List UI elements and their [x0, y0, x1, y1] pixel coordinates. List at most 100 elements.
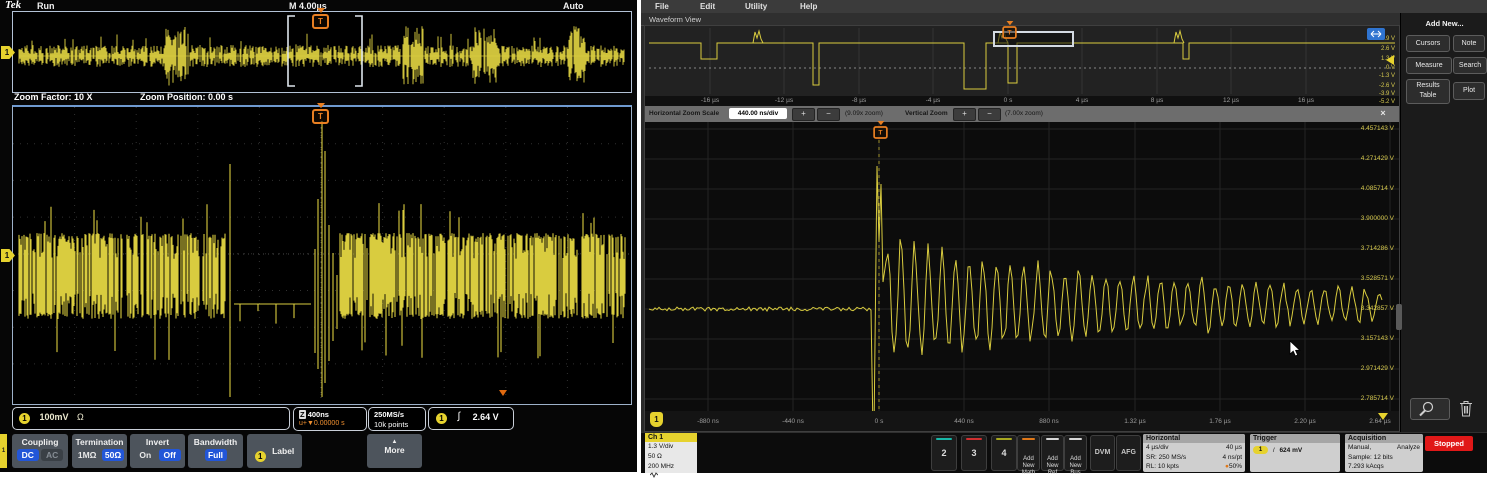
bandwidth-button[interactable]: Bandwidth Full	[188, 434, 243, 468]
zoom-trigger-position-marker[interactable]: T	[873, 126, 887, 139]
results-table-button[interactable]: Results Table	[1406, 79, 1450, 104]
zoom-waveform-window[interactable]: T	[12, 105, 632, 405]
label-button[interactable]: 1 Label	[247, 434, 302, 468]
zoom-volt-label: 2.785714 V	[1334, 395, 1394, 402]
trigger-settings-panel[interactable]: Trigger 1 / 624 mV	[1250, 434, 1340, 472]
horizontal-scale: 4 µs/div	[1146, 444, 1169, 451]
invert-button[interactable]: Invert On Off	[130, 434, 185, 468]
channel1-badge[interactable]: 1	[650, 412, 663, 427]
channel1-badge: 1	[19, 413, 30, 424]
measure-button[interactable]: Measure	[1406, 57, 1452, 74]
stopped-status-button[interactable]: Stopped	[1425, 436, 1473, 451]
sample-rate: SR: 250 MS/s	[1146, 454, 1186, 461]
menu-file[interactable]: File	[655, 2, 669, 11]
horizontal-settings-panel[interactable]: Horizontal 4 µs/div40 µs SR: 250 MS/s4 n…	[1143, 434, 1245, 472]
h-zoom-out-button[interactable]: −	[817, 108, 840, 121]
channel1-badge: 1	[255, 451, 266, 462]
v-zoom-in-button[interactable]: +	[953, 108, 976, 121]
zoom-waveform-view[interactable]: T 4.457143 V 4.271429 V 4.085714 V 3.900…	[645, 122, 1399, 411]
v-zoom-out-button[interactable]: −	[978, 108, 1001, 121]
trigger-level-readout: 2.64 V	[473, 412, 499, 422]
pan-zoom-icon[interactable]	[1367, 28, 1385, 40]
channel-offscreen-arrow-icon	[1378, 413, 1388, 425]
overview-waveform-window[interactable]: T	[12, 11, 632, 93]
channel1-menu-tab[interactable]: 1	[0, 434, 7, 468]
acquisition-settings-panel[interactable]: Acquisition Manual,Analyze Sample: 12 bi…	[1345, 434, 1423, 472]
mouse-cursor	[1289, 340, 1301, 358]
overview-time-label: -8 µs	[837, 97, 881, 104]
overview-time-label: 8 µs	[1135, 97, 1179, 104]
termination-50-option[interactable]: 50Ω	[102, 449, 124, 461]
coupling-ac-option[interactable]: AC	[41, 449, 63, 461]
trash-button[interactable]	[1457, 398, 1475, 418]
zoom-time-label: 0 s	[857, 418, 901, 425]
note-button[interactable]: Note	[1453, 35, 1485, 52]
termination-1m-option[interactable]: 1MΩ	[75, 449, 100, 461]
trigger-title: Trigger	[1250, 434, 1340, 443]
zoom-scale-readout: 400ns	[308, 410, 329, 419]
zoom-time-label: 880 ns	[1027, 418, 1071, 425]
close-zoom-icon[interactable]: ×	[1375, 107, 1391, 120]
add-math-label: Add New Math	[1018, 456, 1039, 477]
waveform-view-panel: T 3.9 V 2.6 V 1.3 V 0 V -1.3 V -2.6 V -3…	[644, 25, 1400, 432]
zoom-mode-button[interactable]	[1410, 398, 1450, 420]
bandwidth-icon	[650, 472, 658, 478]
trash-icon	[1459, 400, 1473, 417]
zoom-time-label: 1.32 µs	[1113, 418, 1157, 425]
search-button[interactable]: Search	[1453, 57, 1487, 74]
channel1-level-arrow-icon	[1381, 55, 1394, 65]
add-new-ref-button[interactable]: Add New Ref	[1041, 435, 1064, 471]
panel-resize-grip[interactable]	[1396, 304, 1402, 330]
zoom-toolbar: Horizontal Zoom Scale 440.00 ns/div + − …	[645, 106, 1399, 122]
add-new-math-button[interactable]: Add New Math	[1017, 435, 1040, 471]
h-zoom-in-button[interactable]: +	[792, 108, 815, 121]
channel1-settings-badge[interactable]: Ch 1 1.3 V/div 50 Ω 200 MHz	[645, 433, 697, 473]
zoom-z-icon: Z	[299, 410, 306, 419]
acquisition-count: 7.293 kAcqs	[1345, 462, 1423, 472]
cursors-button[interactable]: Cursors	[1406, 35, 1450, 52]
termination-button[interactable]: Termination 1MΩ 50Ω	[72, 434, 127, 468]
label-button-text: Label	[272, 446, 294, 456]
channel1-readout: 1 100mV Ω	[12, 407, 290, 430]
coupling-dc-option[interactable]: DC	[17, 449, 39, 461]
channel4-button[interactable]: 4	[991, 435, 1017, 471]
record-length-readout: 10k points	[369, 419, 425, 429]
horizontal-zoom-scale-value[interactable]: 440.00 ns/div	[729, 108, 787, 119]
acquisition-status: Run	[37, 1, 55, 11]
zoom-volt-label: 2.971429 V	[1334, 365, 1394, 372]
menu-utility[interactable]: Utility	[745, 2, 767, 11]
waveform-view-label: Waveform View	[649, 15, 701, 24]
invert-label: Invert	[130, 437, 185, 447]
trigger-position-marker[interactable]: T	[1002, 26, 1016, 39]
zoom-waveform	[13, 107, 629, 401]
more-button-text: More	[367, 445, 422, 455]
bandwidth-label: Bandwidth	[188, 437, 243, 447]
channel3-button[interactable]: 3	[961, 435, 987, 471]
plot-button[interactable]: Plot	[1453, 82, 1485, 100]
overview-strip[interactable]: T 3.9 V 2.6 V 1.3 V 0 V -1.3 V -2.6 V -3…	[645, 26, 1399, 96]
h-zoom-factor-label: (9.09x zoom)	[845, 110, 883, 117]
menu-edit[interactable]: Edit	[700, 2, 715, 11]
zoom-time-axis: 1 -880 ns -440 ns 0 s 440 ns 880 ns 1.32…	[645, 411, 1399, 431]
invert-on-option[interactable]: On	[134, 449, 156, 461]
channel4-color-stripe	[996, 438, 1012, 440]
zoom-volt-label: 4.271429 V	[1334, 155, 1394, 162]
v-zoom-factor-label: (7.00x zoom)	[1005, 110, 1043, 117]
add-new-bus-button[interactable]: Add New Bus	[1064, 435, 1087, 471]
zoom-trigger-position-marker[interactable]: T	[312, 109, 329, 124]
invert-off-option[interactable]: Off	[159, 449, 181, 461]
menu-help[interactable]: Help	[800, 2, 817, 11]
afg-button[interactable]: AFG	[1116, 435, 1141, 471]
math-color-stripe	[1022, 438, 1035, 440]
trigger-position-marker[interactable]: T	[312, 14, 329, 29]
coupling-button[interactable]: Coupling DC AC	[12, 434, 68, 468]
trigger-arrow-icon	[1006, 21, 1013, 29]
tek-logo: Tek	[5, 0, 21, 11]
horizontal-zoom-scale-label: Horizontal Zoom Scale	[649, 110, 719, 117]
channel2-button[interactable]: 2	[931, 435, 957, 471]
acquisition-title: Acquisition	[1345, 434, 1423, 443]
horizontal-position: 50%	[1229, 463, 1242, 470]
more-button[interactable]: ▲ More	[367, 434, 422, 468]
dvm-button[interactable]: DVM	[1090, 435, 1115, 471]
bandwidth-full-option[interactable]: Full	[205, 449, 227, 461]
